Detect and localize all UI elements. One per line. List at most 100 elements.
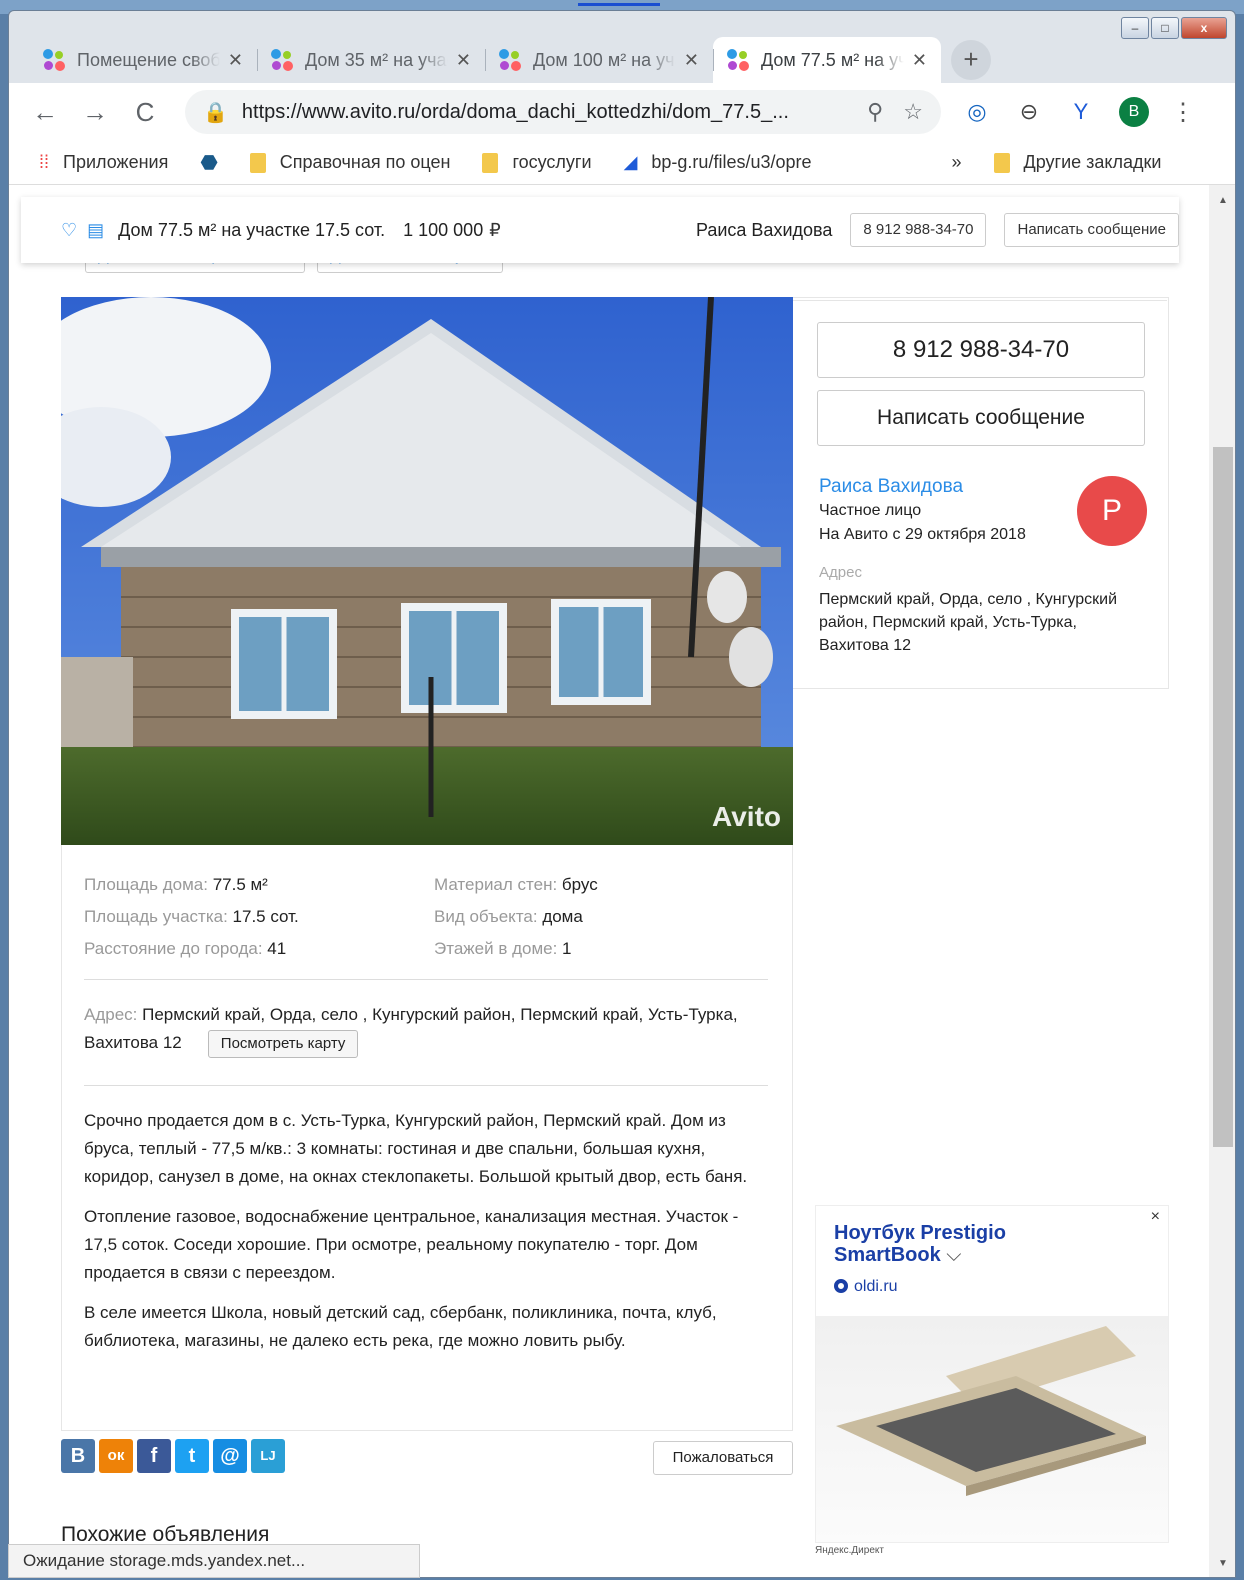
- sticky-price: 1 100 000: [403, 219, 484, 240]
- param-value: 77.5 м²: [212, 875, 268, 894]
- avito-favicon-icon: [727, 49, 751, 71]
- tab-close-icon[interactable]: ✕: [456, 50, 471, 71]
- profile-avatar[interactable]: B: [1119, 97, 1149, 127]
- livejournal-share-icon[interactable]: LJ: [251, 1439, 285, 1473]
- chevron-down-icon: ⌵: [946, 1244, 962, 1266]
- desktop-link-underline: [578, 0, 660, 6]
- extension-y-icon[interactable]: Y: [1065, 99, 1097, 125]
- bookmark-star-icon[interactable]: ☆: [903, 99, 923, 125]
- other-bookmarks[interactable]: Другие закладки: [993, 152, 1162, 173]
- bookmark-label: bp-g.ru/files/u3/opre: [651, 152, 812, 172]
- folder-icon: [482, 152, 499, 173]
- ad-image[interactable]: [816, 1316, 1168, 1542]
- param-value: брус: [561, 875, 598, 894]
- zoom-icon[interactable]: ⚲: [867, 99, 883, 125]
- bookmark-link[interactable]: ◢ bp-g.ru/files/u3/opre: [624, 152, 812, 173]
- folder-icon: [993, 152, 1010, 173]
- param-label: Площадь участка:: [84, 907, 233, 926]
- address-bar[interactable]: 🔒 https://www.avito.ru/orda/doma_dachi_k…: [185, 90, 941, 134]
- extension-drop-icon[interactable]: ◎: [961, 99, 993, 125]
- tab-4-active[interactable]: Дом 77.5 м² на участке ✕: [713, 37, 941, 83]
- divider: [84, 979, 768, 980]
- toolbar: ← → C 🔒 https://www.avito.ru/orda/doma_d…: [9, 83, 1235, 141]
- sticky-seller[interactable]: Раиса Вахидова: [696, 220, 832, 241]
- minimize-icon[interactable]: –: [1121, 17, 1149, 39]
- bookmark-label: Другие закладки: [1023, 152, 1162, 172]
- twitter-share-icon[interactable]: t: [175, 1439, 209, 1473]
- more-bookmarks-button[interactable]: »: [952, 152, 962, 173]
- sticky-message-button[interactable]: Написать сообщение: [1004, 213, 1179, 247]
- param-value: 41: [267, 939, 287, 958]
- sticky-phone-button[interactable]: 8 912 988-34-70: [850, 213, 987, 247]
- seller-since: На Авито с 29 октября 2018: [819, 526, 1026, 543]
- bookmark-folder[interactable]: Справочная по оцен: [249, 152, 450, 173]
- params-left: Площадь дома: 77.5 м² Площадь участка: 1…: [84, 869, 424, 965]
- seller-address-label: Адрес: [819, 564, 862, 581]
- sticky-title: Дом 77.5 м² на участке 17.5 сот.: [118, 219, 386, 240]
- tab-close-icon[interactable]: ✕: [684, 50, 699, 71]
- sticky-header: ♡ ▤ Дом 77.5 м² на участке 17.5 сот. 1 1…: [21, 197, 1179, 263]
- tab-close-icon[interactable]: ✕: [912, 50, 927, 71]
- seller-avatar[interactable]: Р: [1077, 476, 1147, 546]
- complain-button[interactable]: Пожаловаться: [653, 1441, 793, 1475]
- tab-1[interactable]: Помещение свободного назначения ✕: [29, 37, 257, 83]
- ruble-icon: ₽: [489, 219, 501, 240]
- status-bar: Ожидание storage.mds.yandex.net...: [8, 1544, 420, 1578]
- menu-icon[interactable]: ⋮: [1171, 98, 1195, 127]
- address-block: Адрес: Пермский край, Орда, село , Кунгу…: [84, 1001, 754, 1058]
- tab-2[interactable]: Дом 35 м² на участке ✕: [257, 37, 485, 83]
- ad-site[interactable]: oldi.ru: [834, 1278, 898, 1296]
- back-icon[interactable]: ←: [31, 97, 59, 128]
- param-row: Расстояние до города: 41: [84, 933, 424, 965]
- description: Срочно продается дом в с. Усть-Турка, Ку…: [84, 1107, 774, 1367]
- ad-site-text: oldi.ru: [854, 1278, 898, 1295]
- address-label: Адрес:: [84, 1005, 143, 1024]
- heart-icon[interactable]: ♡: [61, 220, 77, 241]
- phone-button[interactable]: 8 912 988-34-70: [817, 322, 1145, 378]
- param-row: Площадь дома: 77.5 м²: [84, 869, 424, 901]
- tab-3[interactable]: Дом 100 м² на участке ✕: [485, 37, 713, 83]
- reload-icon[interactable]: C: [131, 97, 159, 128]
- yandex-ad[interactable]: × Ноутбук Prestigio SmartBook ⌵ oldi.ru: [815, 1205, 1169, 1543]
- tab-strip: Помещение свободного назначения ✕ Дом 35…: [29, 37, 1001, 83]
- url-text[interactable]: https://www.avito.ru/orda/doma_dachi_kot…: [242, 101, 847, 124]
- window-controls: – □ x: [1121, 17, 1227, 39]
- scroll-thumb[interactable]: [1213, 447, 1233, 1147]
- description-paragraph: В селе имеется Школа, новый детский сад,…: [84, 1303, 717, 1350]
- house-photo-image: [61, 297, 793, 845]
- view-map-button[interactable]: Посмотреть карту: [207, 1029, 359, 1058]
- param-row: Площадь участка: 17.5 сот.: [84, 901, 424, 933]
- avito-favicon-icon: [43, 49, 67, 71]
- note-icon[interactable]: ▤: [87, 220, 104, 241]
- new-tab-button[interactable]: +: [951, 40, 991, 80]
- ad-close-icon[interactable]: ×: [1151, 1208, 1160, 1226]
- page-content: Добавить в избранное Добавить заметку ♡ …: [9, 185, 1209, 1577]
- bookmarks-bar: ⁞⁞ Приложения ⬣ Справочная по оцен госусл…: [9, 141, 1235, 185]
- description-paragraph: Срочно продается дом в с. Усть-Турка, Ку…: [84, 1111, 748, 1186]
- param-value: дома: [542, 907, 583, 926]
- page-scrollbar[interactable]: ▲ ▼: [1209, 185, 1235, 1577]
- forward-icon[interactable]: →: [81, 97, 109, 128]
- bookmark-pin[interactable]: ⬣: [200, 150, 217, 175]
- listing-photo[interactable]: Avito: [61, 297, 793, 845]
- vk-share-icon[interactable]: В: [61, 1439, 95, 1473]
- mail-share-icon[interactable]: @: [213, 1439, 247, 1473]
- ok-share-icon[interactable]: ок: [99, 1439, 133, 1473]
- ad-site-icon: [834, 1279, 848, 1293]
- browser-window: – □ x Помещение свободного назначения ✕ …: [8, 10, 1236, 1578]
- scroll-down-icon[interactable]: ▼: [1218, 1558, 1228, 1569]
- bookmark-apps[interactable]: ⁞⁞ Приложения: [39, 152, 168, 173]
- scroll-up-icon[interactable]: ▲: [1218, 195, 1228, 206]
- bookmark-folder[interactable]: госуслуги: [482, 152, 592, 173]
- facebook-share-icon[interactable]: f: [137, 1439, 171, 1473]
- tab-close-icon[interactable]: ✕: [228, 50, 243, 71]
- ad-title[interactable]: Ноутбук Prestigio SmartBook ⌵: [834, 1222, 1084, 1266]
- seller-name-link[interactable]: Раиса Вахидова: [819, 476, 963, 498]
- maximize-icon[interactable]: □: [1151, 17, 1179, 39]
- param-value: 1: [562, 939, 572, 958]
- avito-favicon-icon: [499, 49, 523, 71]
- param-row: Этажей в доме: 1: [434, 933, 774, 965]
- write-message-button[interactable]: Написать сообщение: [817, 390, 1145, 446]
- extension-sync-icon[interactable]: ⊖: [1013, 99, 1045, 125]
- close-window-icon[interactable]: x: [1181, 17, 1227, 39]
